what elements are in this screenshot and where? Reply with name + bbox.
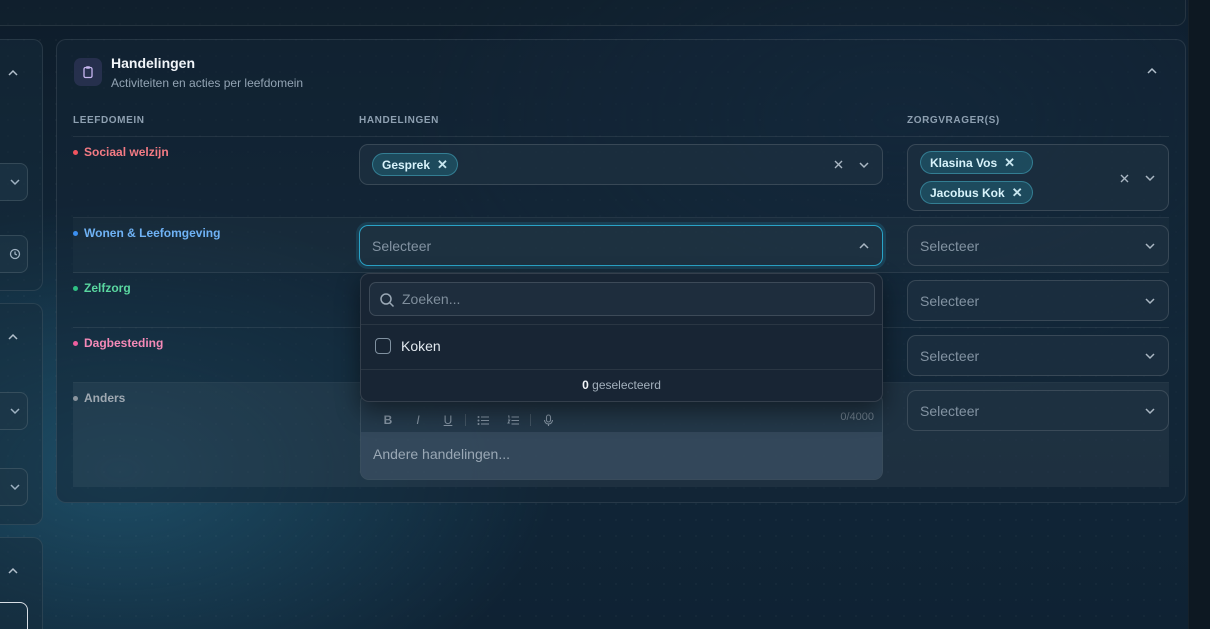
status-dot — [73, 285, 78, 291]
chevron-up-icon[interactable] — [7, 565, 19, 577]
numbered-list-icon[interactable] — [498, 415, 528, 426]
row-label-anders: Anders — [73, 391, 125, 405]
column-header-handelingen: HANDELINGEN — [359, 115, 439, 126]
side-time-field[interactable] — [0, 235, 28, 273]
status-dot — [73, 395, 78, 401]
remove-tag-icon[interactable]: ✕ — [1004, 155, 1015, 171]
select-placeholder: Selecteer — [372, 237, 432, 254]
clipboard-icon — [74, 58, 102, 86]
handelingen-select-wonen[interactable]: Selecteer — [359, 225, 883, 266]
anders-editor: B I U 0/4000 Andere handelingen... — [360, 393, 883, 480]
tag-jacobus-kok: Jacobus Kok ✕ — [920, 181, 1033, 204]
chevron-down-icon — [1145, 242, 1155, 249]
toolbar-divider — [465, 414, 466, 426]
bold-button[interactable]: B — [373, 413, 403, 427]
side-input-focused[interactable] — [0, 602, 28, 629]
column-header-leefdomein: LEEFDOMEIN — [73, 115, 145, 126]
scrollbar-gutter — [1188, 0, 1210, 629]
status-dot — [73, 149, 78, 155]
clear-icon[interactable] — [1119, 173, 1130, 184]
select-placeholder: Selecteer — [920, 347, 980, 364]
column-header-zorgvragers: ZORGVRAGER(S) — [907, 115, 1000, 126]
collapse-chevron-icon[interactable] — [1145, 64, 1159, 78]
zorgvragers-select-zelfzorg[interactable]: Selecteer — [907, 280, 1169, 321]
handelingen-dropdown: Zoeken... Koken 0 geselecteerd — [360, 273, 883, 402]
select-placeholder: Selecteer — [920, 402, 980, 419]
row-label-sociaal-welzijn: Sociaal welzijn — [73, 145, 169, 159]
anders-textarea[interactable]: Andere handelingen... — [361, 432, 882, 479]
handelingen-select-sociaal[interactable]: Gesprek ✕ — [359, 144, 883, 185]
chevron-down-icon — [10, 408, 20, 415]
select-placeholder: Selecteer — [920, 292, 980, 309]
tag-gesprek: Gesprek ✕ — [372, 153, 458, 176]
panel-title: Handelingen — [111, 55, 196, 71]
row-label-wonen: Wonen & Leefomgeving — [73, 226, 220, 240]
zorgvragers-select-sociaal[interactable]: Klasina Vos ✕ Jacobus Kok ✕ — [907, 144, 1169, 211]
divider — [361, 369, 882, 370]
zorgvragers-select-wonen[interactable]: Selecteer — [907, 225, 1169, 266]
zorgvragers-select-anders[interactable]: Selecteer — [907, 390, 1169, 431]
panel-subtitle: Activiteiten en acties per leefdomein — [111, 76, 304, 90]
select-placeholder: Selecteer — [920, 237, 980, 254]
side-select-2[interactable] — [0, 392, 28, 430]
search-icon — [380, 293, 395, 308]
chevron-down-icon[interactable] — [858, 159, 870, 171]
search-placeholder: Zoeken... — [402, 291, 461, 307]
option-koken[interactable]: Koken — [375, 338, 441, 354]
zorgvragers-select-dagbesteding[interactable]: Selecteer — [907, 335, 1169, 376]
dropdown-search-input[interactable]: Zoeken... — [369, 282, 875, 316]
side-card-3 — [0, 537, 43, 629]
status-dot — [73, 230, 78, 236]
chevron-down-icon — [1145, 352, 1155, 359]
previous-section-card — [0, 0, 1186, 26]
row-label-zelfzorg: Zelfzorg — [73, 281, 131, 295]
handelingen-panel: Handelingen Activiteiten en acties per l… — [56, 39, 1186, 503]
chevron-down-icon — [10, 484, 20, 491]
selected-count: 0 geselecteerd — [582, 378, 661, 392]
tag-klasina-vos: Klasina Vos ✕ — [920, 151, 1033, 174]
character-counter: 0/4000 — [840, 411, 874, 423]
divider — [73, 136, 1169, 137]
microphone-icon[interactable] — [533, 413, 563, 427]
divider — [73, 217, 1169, 218]
side-card-1 — [0, 39, 43, 291]
chevron-down-icon — [1145, 407, 1155, 414]
chevron-down-icon — [10, 179, 20, 186]
row-label-dagbesteding: Dagbesteding — [73, 336, 163, 350]
divider — [361, 324, 882, 325]
checkbox[interactable] — [375, 338, 391, 354]
underline-button[interactable]: U — [433, 413, 463, 427]
tag-list: Klasina Vos ✕ Jacobus Kok ✕ — [920, 151, 1033, 204]
chevron-up-icon[interactable] — [858, 240, 870, 252]
clock-icon — [9, 248, 21, 260]
status-dot — [73, 340, 78, 346]
clear-icon[interactable] — [833, 159, 844, 170]
chevron-down-icon[interactable] — [1144, 172, 1156, 184]
side-card-2 — [0, 303, 43, 525]
chevron-up-icon[interactable] — [7, 67, 19, 79]
italic-button[interactable]: I — [403, 413, 433, 427]
side-select-1[interactable] — [0, 163, 28, 201]
remove-tag-icon[interactable]: ✕ — [437, 157, 448, 173]
remove-tag-icon[interactable]: ✕ — [1012, 185, 1023, 201]
chevron-up-icon[interactable] — [7, 331, 19, 343]
side-select-3[interactable] — [0, 468, 28, 506]
toolbar-divider — [530, 414, 531, 426]
chevron-down-icon — [1145, 297, 1155, 304]
bullet-list-icon[interactable] — [468, 415, 498, 426]
